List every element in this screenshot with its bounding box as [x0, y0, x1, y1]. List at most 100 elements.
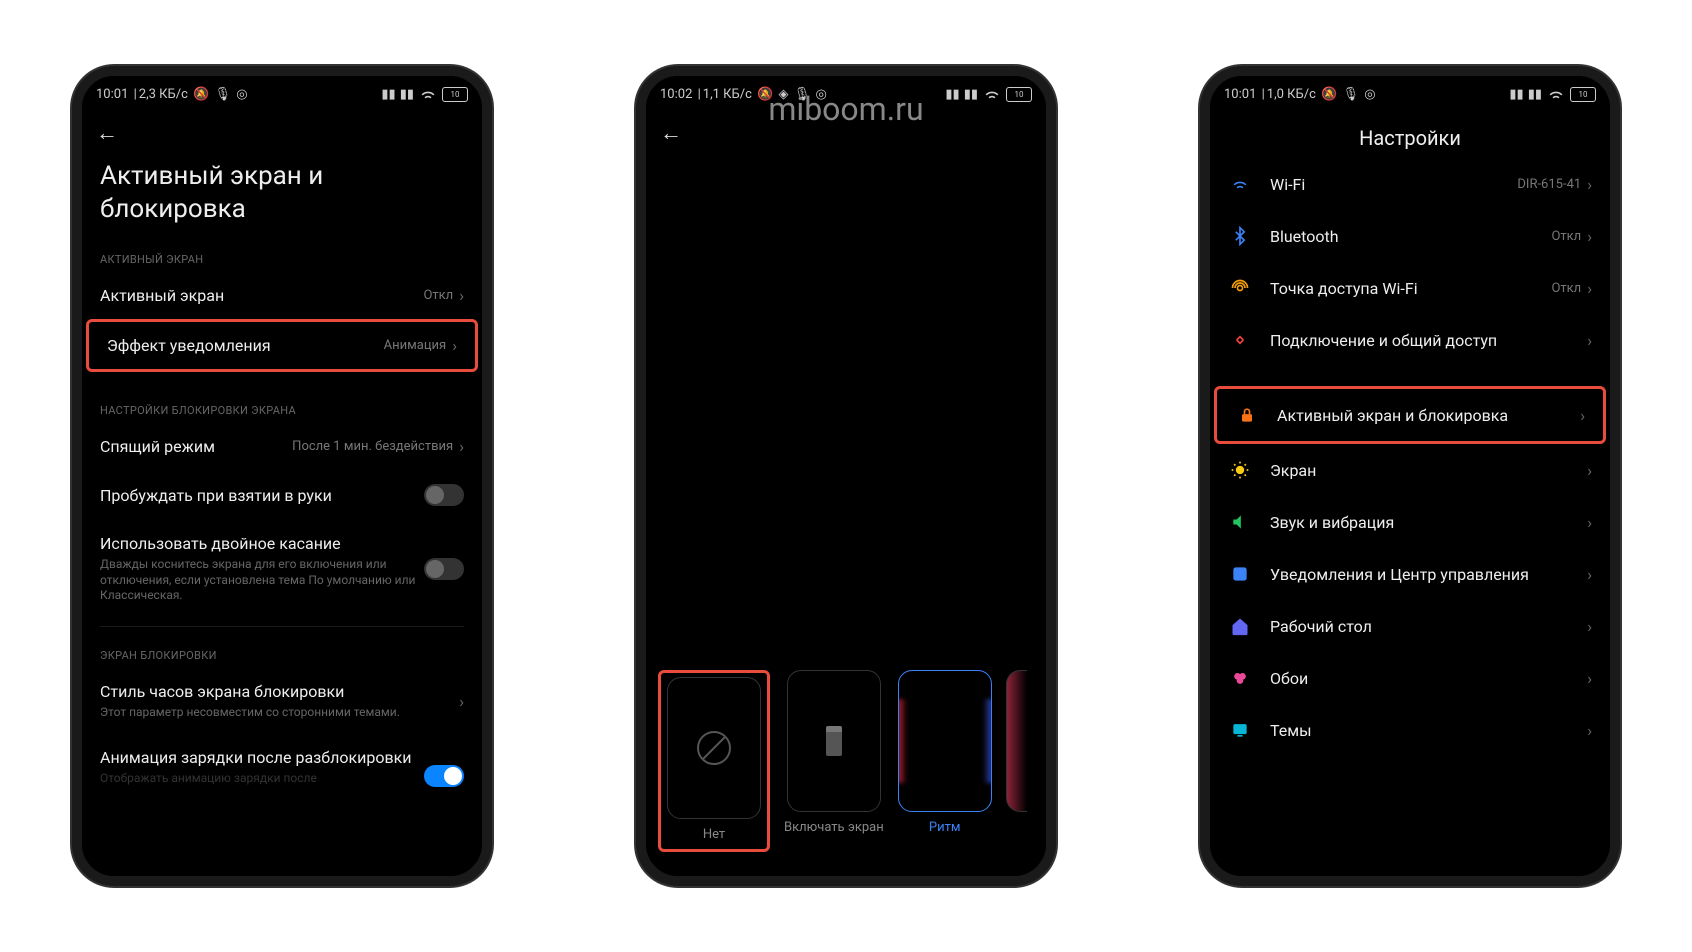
chevron-right-icon: ›: [1587, 617, 1592, 636]
status-time: 10:01: [1224, 87, 1256, 102]
row-bluetooth[interactable]: Bluetooth Откл ›: [1210, 210, 1610, 262]
section-lock-settings: НАСТРОЙКИ БЛОКИРОВКИ ЭКРАНА: [82, 390, 482, 423]
row-label: Обои: [1270, 669, 1587, 688]
row-value: После 1 мин. бездействия: [292, 439, 453, 454]
effect-option-screen-on[interactable]: Включать экран: [784, 670, 884, 836]
row-value: Анимация: [384, 338, 447, 353]
effect-thumb-none: [667, 677, 761, 819]
row-clock-style[interactable]: Стиль часов экрана блокировки Этот парам…: [82, 668, 482, 735]
row-connection-share[interactable]: Подключение и общий доступ ›: [1210, 314, 1610, 366]
row-label: Темы: [1270, 721, 1587, 740]
row-notifications[interactable]: Уведомления и Центр управления ›: [1210, 548, 1610, 600]
row-sublabel: Этот параметр несовместим со сторонними …: [100, 705, 459, 721]
status-divider: |: [694, 87, 700, 102]
chevron-right-icon: ›: [452, 336, 457, 355]
row-display[interactable]: Экран ›: [1210, 444, 1610, 496]
none-icon: [697, 731, 731, 765]
row-label: Анимация зарядки после разблокировки: [100, 748, 424, 767]
sun-icon: [1228, 458, 1252, 482]
mic-icon: 🎙: [211, 87, 231, 102]
status-bar: 10:02 | 1,1 КБ/с 🔕 ◈ 🎙 ◎ ▮▮ ▮▮ 10: [646, 76, 1046, 108]
page-title: Активный экран и блокировка: [82, 154, 482, 239]
section-lockscreen: ЭКРАН БЛОКИРОВКИ: [82, 635, 482, 668]
notification-icon: [1228, 562, 1252, 586]
row-label: Рабочий стол: [1270, 617, 1587, 636]
row-label: Пробуждать при взятии в руки: [100, 486, 424, 505]
row-label: Эффект уведомления: [107, 336, 384, 355]
status-bar: 10:01 | 2,3 КБ/с 🔕 🎙 ◎ ▮▮ ▮▮ 10: [82, 76, 482, 108]
row-value: Откл: [1551, 229, 1581, 244]
row-label: Wi-Fi: [1270, 175, 1517, 194]
effect-option-rhythm[interactable]: Ритм: [898, 670, 992, 836]
row-label: Использовать двойное касание: [100, 534, 424, 553]
wifi-icon: [1546, 84, 1566, 104]
wifi-icon: [1228, 172, 1252, 196]
effect-option-partial[interactable]: [1006, 670, 1027, 812]
row-sublabel: Дважды коснитесь экрана для его включени…: [100, 557, 424, 604]
back-button[interactable]: ←: [660, 120, 682, 146]
chevron-right-icon: ›: [459, 692, 464, 711]
chevron-right-icon: ›: [1587, 513, 1592, 532]
chevron-right-icon: ›: [1587, 175, 1592, 194]
screen-on-icon: [826, 726, 842, 756]
row-themes[interactable]: Темы ›: [1210, 704, 1610, 756]
status-speed: 1,1 КБ/с: [703, 87, 752, 102]
row-active-screen[interactable]: Активный экран Откл ›: [82, 272, 482, 319]
chevron-right-icon: ›: [459, 286, 464, 305]
mic-icon: 🎙: [1339, 87, 1359, 102]
status-divider: |: [1258, 87, 1264, 102]
effect-thumb-screen: [787, 670, 881, 812]
effect-option-none[interactable]: Нет: [667, 677, 761, 843]
dnd-icon: 🔕: [190, 87, 209, 102]
phone-frame-1: 10:01 | 2,3 КБ/с 🔕 🎙 ◎ ▮▮ ▮▮ 10 ← Активн…: [72, 66, 492, 886]
row-charging-animation[interactable]: Анимация зарядки после разблокировки Ото…: [82, 734, 482, 787]
chevron-right-icon: ›: [1587, 331, 1592, 350]
effect-label-screen: Включать экран: [784, 820, 884, 836]
back-button[interactable]: ←: [96, 120, 118, 146]
row-raise-to-wake[interactable]: Пробуждать при взятии в руки: [82, 470, 482, 520]
themes-icon: [1228, 718, 1252, 742]
status-speed: 1,0 КБ/с: [1267, 87, 1316, 102]
row-hotspot[interactable]: Точка доступа Wi-Fi Откл ›: [1210, 262, 1610, 314]
status-time: 10:02: [660, 87, 692, 102]
signal-icon: ▮▮: [1509, 87, 1523, 102]
signal-icon: ▮▮: [381, 87, 395, 102]
row-notification-effect[interactable]: Эффект уведомления Анимация ›: [89, 322, 475, 369]
page-title: Настройки: [1224, 126, 1596, 150]
flower-icon: [1228, 666, 1252, 690]
row-wallpaper[interactable]: Обои ›: [1210, 652, 1610, 704]
wifi-icon: [418, 84, 438, 104]
hotspot-icon: [1228, 276, 1252, 300]
signal-icon: ▮▮: [400, 87, 414, 102]
row-value: Откл: [1551, 281, 1581, 296]
toggle-double-tap[interactable]: [424, 558, 464, 580]
toggle-charging-animation[interactable]: [424, 765, 464, 787]
row-label: Стиль часов экрана блокировки: [100, 682, 459, 701]
row-sleep-mode[interactable]: Спящий режим После 1 мин. бездействия ›: [82, 423, 482, 470]
chevron-right-icon: ›: [1587, 227, 1592, 246]
chevron-right-icon: ›: [1587, 721, 1592, 740]
effect-label-rhythm: Ритм: [929, 820, 961, 836]
status-bar: 10:01 | 1,0 КБ/с 🔕 🎙 ◎ ▮▮ ▮▮ 10: [1210, 76, 1610, 108]
chevron-right-icon: ›: [1587, 565, 1592, 584]
row-label: Экран: [1270, 461, 1587, 480]
divider: [100, 626, 464, 627]
home-icon: [1228, 614, 1252, 638]
dnd-icon: 🔕: [754, 87, 773, 102]
phone-frame-2: 10:02 | 1,1 КБ/с 🔕 ◈ 🎙 ◎ ▮▮ ▮▮ 10 ←: [636, 66, 1056, 886]
viber-icon: ◎: [233, 87, 248, 102]
row-wifi[interactable]: Wi-Fi DIR-615-41 ›: [1210, 158, 1610, 210]
row-sublabel: Отображать анимацию зарядки после: [100, 771, 424, 787]
row-home-screen[interactable]: Рабочий стол ›: [1210, 600, 1610, 652]
share-icon: [1228, 328, 1252, 352]
section-active-screen: АКТИВНЫЙ ЭКРАН: [82, 239, 482, 272]
toggle-raise-to-wake[interactable]: [424, 484, 464, 506]
row-active-screen-lock[interactable]: Активный экран и блокировка ›: [1217, 389, 1603, 441]
effect-label-none: Нет: [703, 827, 725, 843]
effect-thumb-rhythm: [898, 670, 992, 812]
row-sound-vibration[interactable]: Звук и вибрация ›: [1210, 496, 1610, 548]
battery-icon: 10: [442, 87, 468, 102]
signal-icon: ▮▮: [964, 87, 978, 102]
viber-icon: ◎: [812, 87, 827, 102]
row-double-tap[interactable]: Использовать двойное касание Дважды косн…: [82, 520, 482, 618]
